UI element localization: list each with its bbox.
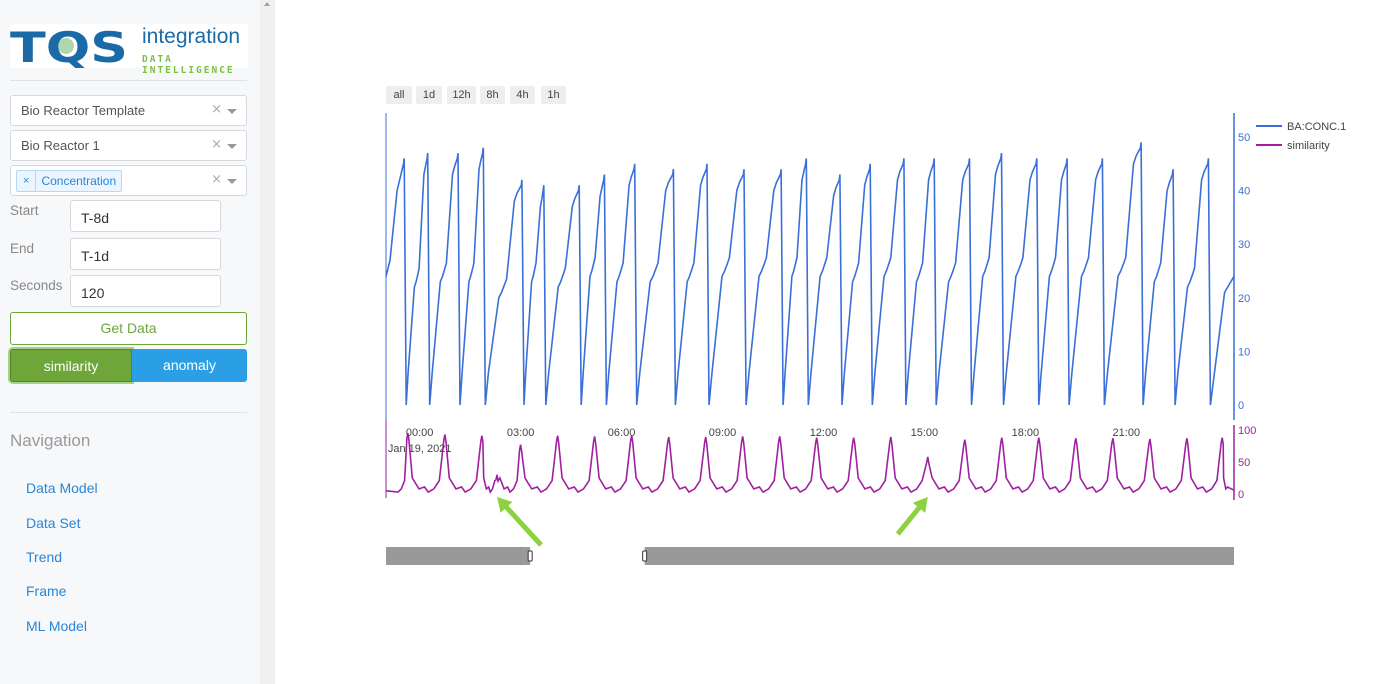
tqs-logo: TQS integration DATA INTELLIGENCE (10, 24, 248, 76)
get-data-button[interactable]: Get Data (10, 312, 247, 345)
x-tick-label: 21:00 (1113, 427, 1141, 439)
clear-icon[interactable]: × (211, 137, 222, 152)
end-input[interactable]: T-1d (70, 238, 221, 270)
remove-tag-icon[interactable]: × (17, 171, 37, 191)
y-tick-label: 40 (1238, 186, 1250, 198)
asset-select-value: Bio Reactor 1 (21, 138, 100, 153)
range-button-8h[interactable]: 8h (480, 86, 505, 104)
annotation-arrow (497, 497, 543, 547)
series-line-ba-conc-1 (385, 142, 1235, 406)
x-tick-label: 00:00 (406, 427, 434, 439)
range-button-4h[interactable]: 4h (510, 86, 535, 104)
sidebar: TQS integration DATA INTELLIGENCE Bio Re… (0, 0, 260, 684)
divider (10, 412, 247, 413)
rangeslider-handle-left[interactable] (527, 550, 533, 562)
nav-item-data-model[interactable]: Data Model (26, 480, 98, 496)
attribute-tag-label: Concentration (41, 174, 117, 188)
x-tick-label: 18:00 (1012, 427, 1040, 439)
divider (10, 80, 247, 81)
y2-tick-label: 0 (1238, 489, 1244, 501)
logo-name: integration (142, 25, 241, 48)
start-input[interactable]: T-8d (70, 200, 221, 232)
range-button-1h[interactable]: 1h (541, 86, 566, 104)
start-label: Start (10, 203, 39, 218)
legend-label: BA:CONC.1 (1287, 121, 1346, 133)
attribute-tag: × Concentration (16, 170, 123, 192)
y-tick-label: 30 (1238, 239, 1250, 251)
x-tick-label: 09:00 (709, 427, 737, 439)
range-button-1d[interactable]: 1d (416, 86, 442, 104)
range-button-12h[interactable]: 12h (447, 86, 476, 104)
similarity-button[interactable]: similarity (10, 349, 132, 382)
tqs-logo-mark: TQS (10, 24, 128, 68)
y2-tick-label: 100 (1238, 425, 1256, 437)
template-select[interactable]: Bio Reactor Template × (10, 95, 247, 126)
end-label: End (10, 241, 35, 256)
x-tick-label: 12:00 (810, 427, 838, 439)
scroll-up-icon[interactable] (264, 2, 270, 6)
x-date-label: Jan 19, 2021 (388, 443, 452, 455)
x-tick-label: 03:00 (507, 427, 535, 439)
annotation-arrow (895, 497, 928, 536)
nav-item-ml-model[interactable]: ML Model (26, 618, 87, 634)
nav-item-trend[interactable]: Trend (26, 549, 62, 565)
chevron-down-icon[interactable] (227, 179, 237, 184)
x-tick-label: 06:00 (608, 427, 636, 439)
rangeslider-handle-right[interactable] (642, 550, 648, 562)
y-tick-label: 50 (1238, 132, 1250, 144)
y-tick-label: 20 (1238, 293, 1250, 305)
navigation-title: Navigation (10, 431, 91, 450)
clear-icon[interactable]: × (211, 172, 222, 187)
logo-tagline: DATA INTELLIGENCE (142, 54, 235, 76)
sidebar-scrollbar[interactable] (260, 0, 275, 684)
y2-tick-label: 50 (1238, 457, 1250, 469)
x-tick-label: 15:00 (911, 427, 939, 439)
template-select-value: Bio Reactor Template (21, 103, 146, 118)
seconds-label: Seconds (10, 278, 63, 293)
seconds-input[interactable]: 120 (70, 275, 221, 307)
rangeslider-mask-left (386, 547, 531, 565)
nav-item-frame[interactable]: Frame (26, 583, 66, 599)
anomaly-button[interactable]: anomaly (132, 349, 247, 382)
rangeslider-mask-right (644, 547, 1234, 565)
asset-select[interactable]: Bio Reactor 1 × (10, 130, 247, 161)
range-button-all[interactable]: all (386, 86, 412, 104)
y-tick-label: 0 (1238, 400, 1244, 412)
nav-item-data-set[interactable]: Data Set (26, 515, 80, 531)
clear-icon[interactable]: × (211, 102, 222, 117)
attribute-multiselect[interactable]: × Concentration × (10, 165, 247, 196)
chevron-down-icon[interactable] (227, 109, 237, 114)
legend-label: similarity (1287, 140, 1330, 152)
series-line-similarity (385, 433, 1235, 494)
y-tick-label: 10 (1238, 346, 1250, 358)
chevron-down-icon[interactable] (227, 144, 237, 149)
